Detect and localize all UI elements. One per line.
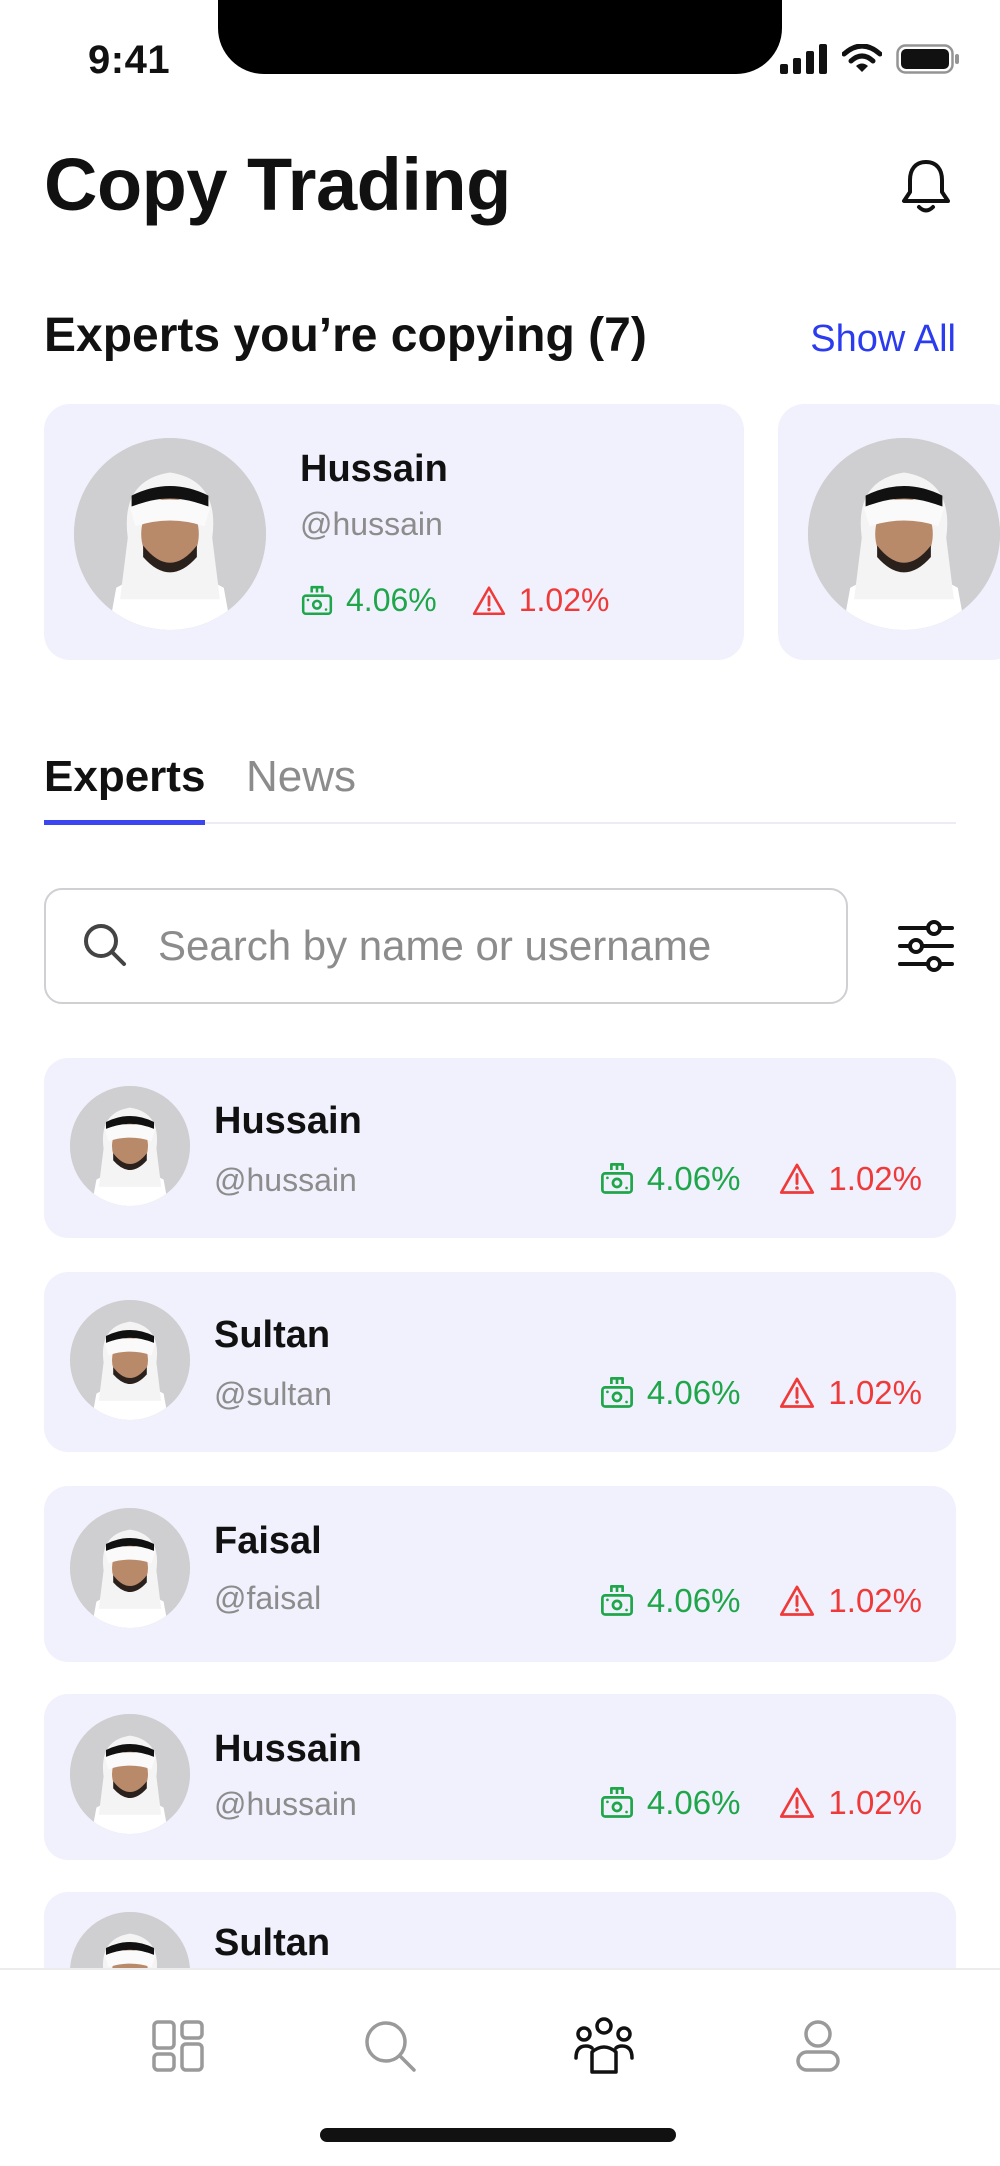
signal-icon: [780, 44, 827, 74]
risk-value: 1.02%: [828, 1784, 922, 1821]
risk-value: 1.02%: [828, 1160, 922, 1197]
expert-row[interactable]: Faisal @faisal 4.06% 1.02%: [44, 1486, 956, 1662]
nav-profile-icon[interactable]: [786, 2014, 850, 2078]
warning-icon: [471, 584, 507, 618]
expert-row[interactable]: Hussain @hussain 4.06% 1.02%: [44, 1058, 956, 1238]
expert-name: Sultan: [214, 1922, 331, 1964]
gain-value: 4.06%: [646, 1374, 741, 1411]
filter-icon[interactable]: [896, 916, 956, 976]
expert-stats: 4.06% 1.02%: [599, 1160, 922, 1198]
page-title: Copy Trading: [44, 143, 511, 226]
gain-stat: 4.06%: [599, 1582, 741, 1620]
risk-stat: 1.02%: [778, 1160, 922, 1198]
risk-stat: 1.02%: [778, 1784, 922, 1822]
home-indicator: [320, 2128, 676, 2142]
expert-name: Hussain: [214, 1100, 362, 1142]
nav-people-icon[interactable]: [572, 2014, 636, 2078]
expert-stats: 4.06% 1.02%: [599, 1784, 922, 1822]
gain-stat: 4.06%: [599, 1160, 741, 1198]
copying-section-title: Experts you’re copying (7): [44, 309, 647, 362]
expert-row[interactable]: Sultan @sultan 4.06% 1.02%: [44, 1272, 956, 1452]
status-icons: [780, 44, 960, 74]
money-icon: [599, 1375, 635, 1411]
gain-value: 4.06%: [346, 582, 437, 618]
risk-value: 1.02%: [828, 1374, 922, 1411]
gain-value: 4.06%: [646, 1784, 741, 1821]
money-icon: [599, 1583, 635, 1619]
expert-name: Hussain: [300, 448, 448, 490]
expert-handle: @hussain: [214, 1162, 357, 1198]
expert-handle: @sultan: [214, 1376, 332, 1412]
expert-name: Hussain: [214, 1728, 362, 1770]
device-notch: [218, 0, 782, 74]
expert-handle: @hussain: [300, 506, 443, 542]
warning-icon: [778, 1583, 816, 1619]
risk-value: 1.02%: [828, 1582, 922, 1619]
expert-handle: @faisal: [214, 1580, 322, 1616]
gain-stat: 4.06%: [599, 1784, 741, 1822]
money-icon: [599, 1161, 635, 1197]
gain-stat: 4.06%: [300, 582, 437, 619]
risk-stat: 1.02%: [471, 582, 610, 619]
wifi-icon: [842, 44, 882, 72]
copied-expert-card[interactable]: [778, 404, 1000, 660]
bell-icon[interactable]: [898, 156, 954, 216]
avatar: [70, 1086, 190, 1206]
search-input[interactable]: [158, 922, 838, 970]
battery-icon: [896, 44, 959, 74]
expert-stats: 4.06% 1.02%: [599, 1374, 922, 1412]
copied-expert-card[interactable]: Hussain @hussain 4.06% 1.02%: [44, 404, 744, 660]
expert-name: Sultan: [214, 1314, 331, 1356]
risk-stat: 1.02%: [778, 1374, 922, 1412]
avatar: [70, 1508, 190, 1628]
expert-row[interactable]: Hussain @hussain 4.06% 1.02%: [44, 1694, 956, 1860]
nav-home-grid-icon[interactable]: [146, 2014, 210, 2078]
nav-search-icon[interactable]: [358, 2014, 422, 2078]
expert-name: Faisal: [214, 1520, 322, 1562]
gain-value: 4.06%: [646, 1582, 741, 1619]
risk-value: 1.02%: [518, 582, 610, 618]
tab-news[interactable]: News: [246, 752, 356, 802]
warning-icon: [778, 1785, 816, 1821]
money-icon: [300, 584, 334, 618]
expert-stats: 4.06% 1.02%: [599, 1582, 922, 1620]
show-all-link[interactable]: Show All: [810, 318, 956, 361]
expert-stats: 4.06% 1.02%: [300, 582, 609, 619]
expert-handle: @hussain: [214, 1786, 357, 1822]
avatar: [70, 1714, 190, 1834]
warning-icon: [778, 1161, 816, 1197]
warning-icon: [778, 1375, 816, 1411]
gain-stat: 4.06%: [599, 1374, 741, 1412]
status-bar: 9:41: [0, 0, 1000, 120]
search-icon: [84, 924, 126, 966]
avatar: [70, 1300, 190, 1420]
search-bar: [44, 888, 848, 1004]
status-time: 9:41: [88, 38, 171, 82]
avatar: [74, 438, 266, 630]
gain-value: 4.06%: [646, 1160, 741, 1197]
risk-stat: 1.02%: [778, 1582, 922, 1620]
avatar: [808, 438, 1000, 630]
tab-bar: Experts News: [44, 752, 956, 825]
tab-experts[interactable]: Experts: [44, 752, 206, 825]
money-icon: [599, 1785, 635, 1821]
